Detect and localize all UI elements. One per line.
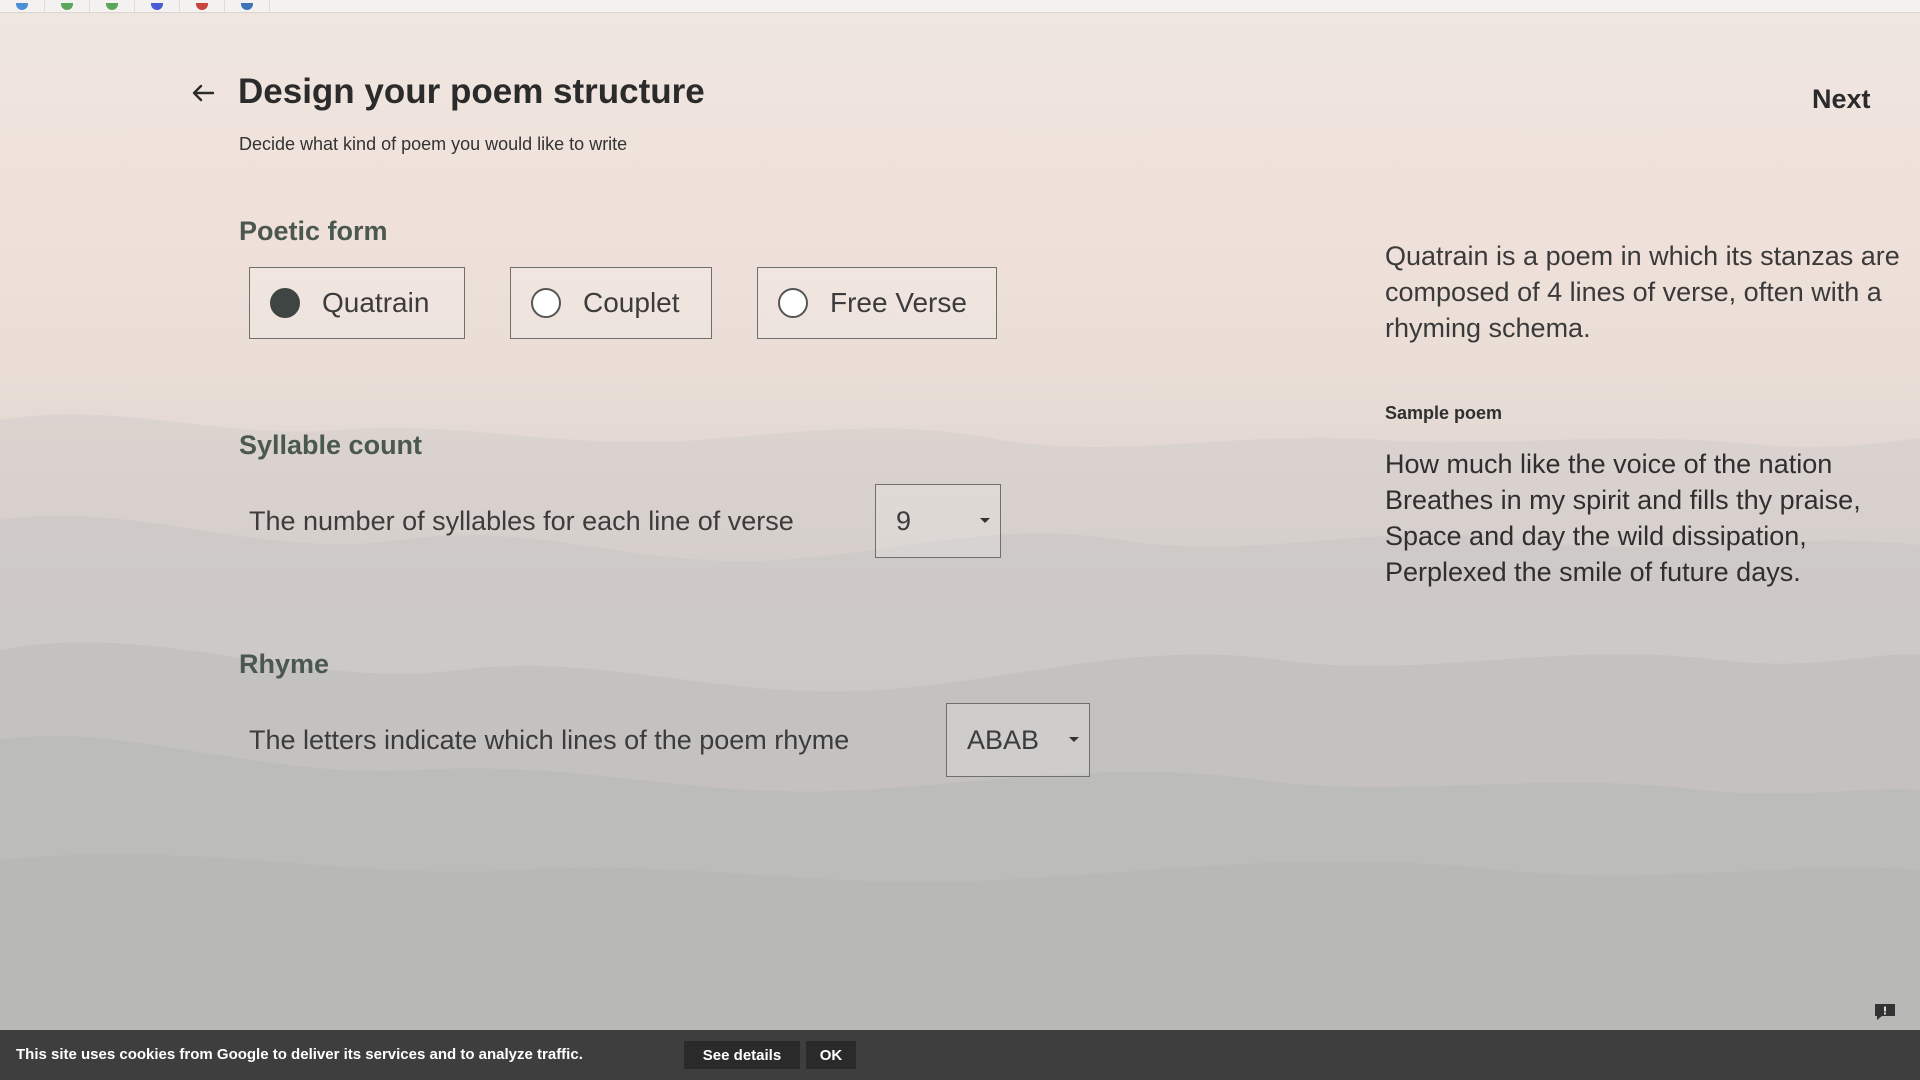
feedback-icon[interactable] (1874, 1003, 1896, 1021)
radio-option-couplet[interactable]: Couplet (510, 267, 712, 339)
radio-unchecked-icon (531, 288, 561, 318)
syllable-count-select[interactable]: 9 (875, 484, 1001, 558)
see-details-button[interactable]: See details (684, 1041, 800, 1069)
rhyme-select[interactable]: ABAB (946, 703, 1090, 777)
page-subtitle: Decide what kind of poem you would like … (239, 134, 628, 154)
radio-label: Couplet (583, 287, 680, 318)
page-title: Design your poem structure (238, 72, 705, 111)
poetic-form-heading: Poetic form (239, 216, 388, 246)
rhyme-heading: Rhyme (239, 649, 330, 679)
syllable-count-value: 9 (896, 505, 912, 536)
cookie-consent-bar: This site uses cookies from Google to de… (0, 1030, 1920, 1080)
form-description: Quatrain is a poem in which its stanzas … (1385, 241, 1900, 343)
rhyme-description: The letters indicate which lines of the … (249, 725, 850, 755)
poem-line: Perplexed the smile of future days. (1385, 557, 1801, 587)
back-button[interactable] (188, 78, 218, 108)
sample-poem: How much like the voice of the nation Br… (1385, 446, 1905, 590)
syllable-count-description: The number of syllables for each line of… (249, 506, 794, 536)
arrow-left-icon (192, 84, 215, 102)
radio-unchecked-icon (778, 288, 808, 318)
radio-option-quatrain[interactable]: Quatrain (249, 267, 465, 339)
radio-option-free-verse[interactable]: Free Verse (757, 267, 997, 339)
chevron-down-icon (1069, 737, 1079, 742)
cookie-notice-text: This site uses cookies from Google to de… (16, 1046, 583, 1063)
next-button[interactable]: Next (1812, 84, 1871, 115)
poem-line: Breathes in my spirit and fills thy prai… (1385, 485, 1861, 515)
poem-line: Space and day the wild dissipation, (1385, 521, 1807, 551)
radio-label: Quatrain (322, 287, 430, 318)
chevron-down-icon (980, 518, 990, 523)
page-content: Design your poem structure Decide what k… (0, 0, 1920, 1080)
rhyme-value: ABAB (967, 724, 1040, 755)
poem-line: How much like the voice of the nation (1385, 449, 1833, 479)
cookie-ok-button[interactable]: OK (806, 1041, 856, 1069)
radio-label: Free Verse (830, 287, 967, 318)
radio-checked-icon (270, 288, 300, 318)
syllable-count-heading: Syllable count (239, 430, 423, 460)
sample-poem-label: Sample poem (1385, 403, 1503, 423)
